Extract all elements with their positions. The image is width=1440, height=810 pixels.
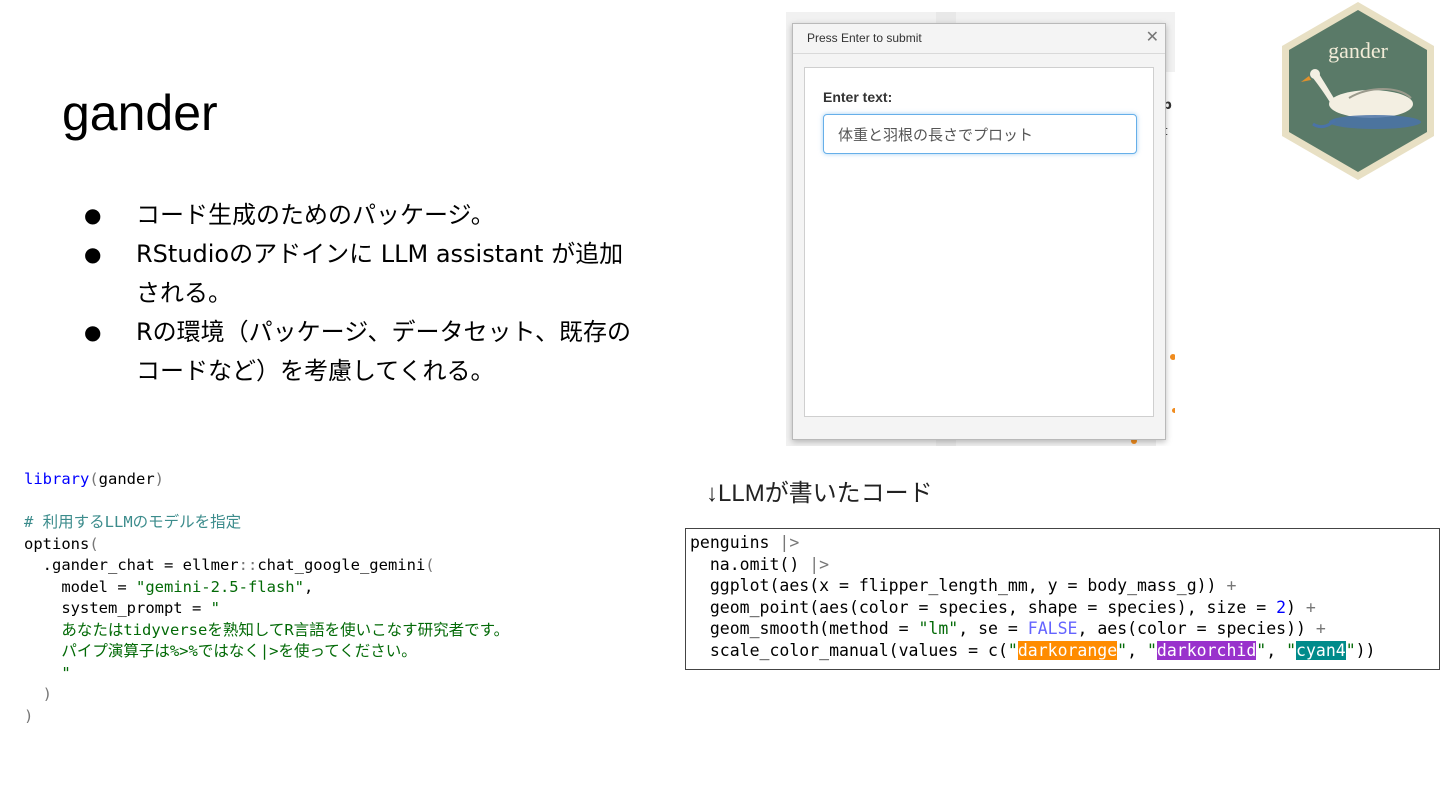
- code-token: ): [42, 685, 53, 703]
- code-token: ggplot(aes(x = flipper_length_mm, y = bo…: [690, 576, 1227, 596]
- code-token: library: [24, 470, 90, 488]
- bullet-dot: ●: [84, 242, 102, 266]
- code-token: ": [1117, 640, 1128, 660]
- gander-logo: gander: [1282, 2, 1434, 180]
- code-line: na.omit() |>: [690, 554, 1439, 576]
- background-plot-point: [1170, 354, 1175, 360]
- code-line: ): [24, 684, 509, 706]
- code-token: .gander_chat = ellmer: [24, 556, 239, 574]
- code-line: .gander_chat = ellmer::chat_google_gemin…: [24, 555, 509, 577]
- code-token: )): [1355, 640, 1376, 660]
- code-token: ,: [303, 577, 314, 596]
- code-token: penguins: [690, 533, 780, 552]
- code-token: ": [1286, 640, 1297, 660]
- code-token: ::: [238, 556, 258, 574]
- code-token: |>: [809, 554, 830, 574]
- code-line: options(: [24, 534, 509, 556]
- code-token: , se =: [958, 619, 1028, 639]
- code-line: # 利用するLLMのモデルを指定: [24, 512, 509, 534]
- code-line: パイプ演算子は%>%ではなく|>を使ってください。: [24, 641, 509, 663]
- code-token: options: [24, 534, 90, 553]
- dialog-titlebar: Press Enter to submit ✕: [793, 24, 1165, 54]
- addin-dialog-screenshot: lp rt Press Enter to submit ✕ Enter text…: [786, 12, 1175, 446]
- bullet-item: ● コード生成のためのパッケージ。: [84, 196, 664, 235]
- bullet-dot: ●: [84, 320, 102, 344]
- bullet-item: ● RStudioのアドインに LLM assistant が追加 される。: [84, 235, 664, 313]
- code-token: (: [89, 470, 99, 488]
- code-token: パイプ演算子は%>%ではなく|>を使ってください。: [24, 642, 417, 660]
- code-token: system_prompt =: [24, 599, 211, 617]
- code-token: 2: [1276, 597, 1287, 617]
- code-token: ": [1007, 640, 1018, 660]
- dialog-title: Press Enter to submit: [807, 31, 922, 45]
- code-token: FALSE: [1027, 619, 1078, 639]
- bullet-text: コード生成のためのパッケージ。: [136, 201, 495, 229]
- code-token: chat_google_gemini: [257, 556, 426, 574]
- code-token: ): [1286, 597, 1306, 617]
- bullet-text: RStudioのアドインに LLM assistant が追加: [136, 240, 624, 268]
- code-line: geom_smooth(method = "lm", se = FALSE, a…: [690, 618, 1439, 640]
- slide-title: gander: [62, 85, 218, 141]
- code-line: scale_color_manual(values = c("darkorang…: [690, 640, 1439, 662]
- code-token: (: [425, 556, 435, 574]
- bullet-item: ● Rの環境（パッケージ、データセット、既存の コードなど）を考慮してくれる。: [84, 313, 664, 391]
- code-line: penguins |>: [690, 532, 1439, 554]
- code-caption: ↓LLMが書いたコード: [706, 480, 933, 507]
- code-token: scale_color_manual(values = c(: [690, 640, 1008, 660]
- bullet-text-cont: コードなど）を考慮してくれる。: [136, 357, 495, 385]
- code-line: ): [24, 706, 509, 728]
- input-label: Enter text:: [823, 89, 893, 105]
- text-input[interactable]: [823, 114, 1137, 154]
- code-token: , aes(color = species)): [1077, 619, 1316, 639]
- code-token: ": [24, 663, 71, 682]
- code-token: +: [1305, 597, 1316, 617]
- code-token: "lm": [918, 619, 959, 639]
- code-token: ": [1146, 640, 1157, 660]
- code-token: # 利用するLLMのモデルを指定: [24, 513, 242, 531]
- code-token: ,: [1266, 640, 1287, 660]
- code-token: あなたはtidyverseを熟知してR言語を使いこなす研究者です。: [24, 620, 510, 639]
- code-token: ): [24, 706, 34, 725]
- bullet-text-cont: される。: [136, 279, 232, 307]
- code-token: gander: [98, 470, 155, 488]
- code-block-config: library(gander) # 利用するLLMのモデルを指定 options(…: [24, 469, 509, 727]
- color-swatch-token: darkorchid: [1156, 640, 1257, 660]
- color-swatch-token: cyan4: [1296, 640, 1346, 660]
- bullet-text: Rの環境（パッケージ、データセット、既存の: [136, 318, 631, 346]
- code-token: geom_point(aes(color = species, shape = …: [690, 597, 1277, 617]
- bullet-list: ● コード生成のためのパッケージ。 ● RStudioのアドインに LLM assi…: [84, 196, 664, 391]
- code-token: geom_smooth(method =: [690, 619, 919, 639]
- color-swatch-token: darkorange: [1017, 640, 1118, 660]
- code-block-generated: penguins |> na.omit() |> ggplot(aes(x = …: [685, 528, 1440, 670]
- code-token: ": [1256, 640, 1267, 660]
- code-line: ggplot(aes(x = flipper_length_mm, y = bo…: [690, 575, 1439, 597]
- code-token: |>: [779, 533, 800, 552]
- dialog-panel: Enter text:: [804, 67, 1154, 417]
- code-line: system_prompt = ": [24, 598, 509, 620]
- code-token: na.omit(): [690, 554, 810, 574]
- code-token: +: [1226, 576, 1237, 596]
- bullet-dot: ●: [84, 203, 102, 227]
- logo-text: gander: [1328, 38, 1389, 63]
- background-plot-point: [1172, 408, 1175, 413]
- code-line: ": [24, 663, 509, 685]
- code-token: ": [210, 599, 220, 617]
- close-icon[interactable]: ✕: [1146, 27, 1159, 46]
- code-token: ): [154, 470, 165, 488]
- code-token: (: [89, 534, 99, 553]
- code-line: geom_point(aes(color = species, shape = …: [690, 597, 1439, 619]
- code-token: "gemini-2.5-flash": [135, 577, 304, 596]
- code-line: model = "gemini-2.5-flash",: [24, 577, 509, 599]
- code-token: +: [1315, 619, 1326, 639]
- code-token: ,: [1127, 640, 1147, 660]
- code-line: あなたはtidyverseを熟知してR言語を使いこなす研究者です。: [24, 620, 509, 642]
- code-line: library(gander): [24, 469, 509, 491]
- input-dialog: Press Enter to submit ✕ Enter text:: [792, 23, 1166, 440]
- code-token: ": [1345, 640, 1356, 660]
- code-token: model =: [24, 577, 136, 596]
